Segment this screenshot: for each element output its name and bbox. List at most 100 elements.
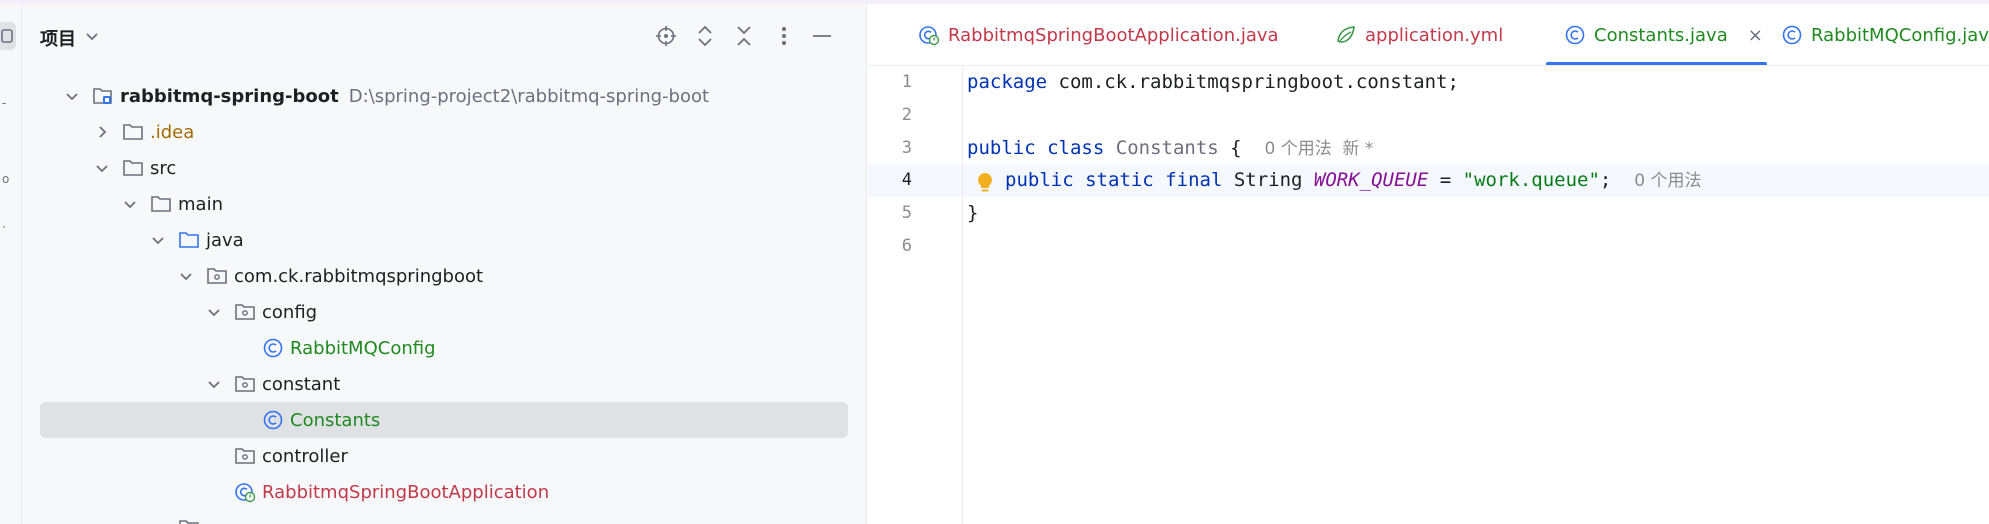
brace: }: [967, 202, 979, 224]
line-number-gutter: 1 2 3 4 5 6: [868, 66, 963, 524]
resources-folder-icon: [178, 518, 200, 524]
chevron-down-icon[interactable]: [178, 268, 194, 284]
constant-name: WORK_QUEUE: [1313, 169, 1429, 191]
tab-application-yml[interactable]: application.yml: [1335, 4, 1504, 65]
tool-window-strip: - o ·: [0, 4, 22, 524]
tab-rabbitmqspringbootapplication[interactable]: RabbitmqSpringBootApplication.java: [918, 4, 1279, 65]
chevron-down-icon[interactable]: [206, 376, 222, 392]
keyword: public: [967, 137, 1036, 159]
tree-item-main[interactable]: main: [40, 186, 848, 222]
package-icon: [234, 374, 256, 394]
tab-label: RabbitMQConfig.java: [1811, 24, 1989, 46]
tab-label: RabbitmqSpringBootApplication.java: [948, 24, 1279, 46]
tab-label: Constants.java: [1594, 24, 1728, 46]
lightbulb-icon[interactable]: [976, 172, 994, 194]
class-name: Constants: [1115, 137, 1219, 159]
module-folder-icon: [92, 86, 114, 106]
expand-all-icon[interactable]: [693, 24, 717, 48]
collapse-all-icon[interactable]: [732, 24, 756, 48]
tool-mark-icon[interactable]: ·: [2, 220, 6, 234]
package-icon: [206, 266, 228, 286]
folder-icon: [150, 194, 172, 214]
code-line-3: public class Constants { 0 个用法 新 *: [967, 132, 1373, 165]
tree-item-idea[interactable]: .idea: [40, 114, 848, 150]
line-number: 4: [901, 170, 912, 190]
chevron-down-icon[interactable]: [84, 28, 100, 44]
tree-item-java[interactable]: java: [40, 222, 848, 258]
tree-item-label: RabbitMQConfig: [290, 337, 436, 359]
tree-item-label: config: [262, 301, 318, 323]
spring-boot-class-icon: [918, 24, 940, 46]
tree-item-package-root[interactable]: com.ck.rabbitmqspringboot: [40, 258, 848, 294]
close-icon[interactable]: ×: [1748, 25, 1763, 46]
tree-item-label: Constants: [290, 409, 381, 431]
chevron-down-icon[interactable]: [94, 160, 110, 176]
tool-mark-icon[interactable]: -: [2, 96, 6, 110]
chevron-down-icon[interactable]: [64, 88, 80, 104]
tree-item-constants[interactable]: Constants: [40, 402, 848, 438]
tree-item-label: com.ck.rabbitmqspringboot: [234, 265, 484, 287]
chevron-down-icon[interactable]: [122, 196, 138, 212]
tree-item-label: .idea: [150, 121, 195, 143]
tree-item-controller[interactable]: controller: [40, 438, 848, 474]
more-options-icon[interactable]: [772, 24, 796, 48]
tab-label: application.yml: [1365, 24, 1504, 46]
keyword: package: [967, 71, 1048, 93]
tree-item-src[interactable]: src: [40, 150, 848, 186]
locate-icon[interactable]: [654, 24, 678, 48]
project-path: D:\spring-project2\rabbitmq-spring-boot: [348, 85, 710, 107]
folder-icon: [122, 158, 144, 178]
keyword: static: [1085, 169, 1154, 191]
tree-item-config[interactable]: config: [40, 294, 848, 330]
tree-item-label: rabbitmq-spring-boot: [120, 85, 339, 107]
line-number: 6: [901, 236, 912, 256]
spring-yaml-icon: [1335, 24, 1357, 46]
project-tool-button[interactable]: [0, 22, 16, 50]
tree-item-project-root[interactable]: rabbitmq-spring-boot D:\spring-project2\…: [40, 78, 848, 114]
line-number: 5: [901, 203, 912, 223]
keyword: class: [1047, 137, 1105, 159]
tab-rabbitmqconfig-java[interactable]: RabbitMQConfig.java: [1781, 4, 1989, 65]
chevron-down-icon[interactable]: [206, 304, 222, 320]
chevron-right-icon[interactable]: [94, 124, 110, 140]
java-class-icon: [1781, 24, 1803, 46]
tree-item-label: main: [178, 193, 223, 215]
usage-hint[interactable]: 0 个用法: [1634, 171, 1701, 191]
package-icon: [234, 302, 256, 322]
package-name: com.ck.rabbitmqspringboot.constant;: [1047, 71, 1459, 93]
tab-constants-java[interactable]: Constants.java ×: [1546, 4, 1767, 65]
java-class-icon: [1564, 24, 1586, 46]
tree-item-label: src: [150, 157, 177, 179]
tree-item-rabbitmqconfig[interactable]: RabbitMQConfig: [40, 330, 848, 366]
semicolon: ;: [1599, 169, 1612, 191]
package-icon: [234, 446, 256, 466]
project-panel-title[interactable]: 项目: [40, 25, 76, 51]
tree-item-label: constant: [262, 373, 341, 395]
tree-item-label: controller: [262, 445, 348, 467]
project-panel-header: 项目: [22, 4, 867, 68]
java-class-icon: [262, 338, 284, 358]
code-line-5: }: [967, 197, 978, 230]
operator: =: [1428, 169, 1463, 191]
code-line-1: package com.ck.rabbitmqspringboot.consta…: [967, 66, 1459, 99]
line-number: 3: [901, 138, 912, 158]
keyword: public: [1005, 169, 1074, 191]
tool-mark-icon[interactable]: o: [2, 172, 9, 186]
chevron-down-icon[interactable]: [150, 520, 166, 524]
chevron-down-icon[interactable]: [150, 232, 166, 248]
hide-panel-icon[interactable]: [810, 24, 834, 48]
line-number: 2: [901, 105, 912, 125]
tree-item-resources[interactable]: resources: [40, 510, 848, 524]
java-class-icon: [262, 410, 284, 430]
tree-item-application-class[interactable]: RabbitmqSpringBootApplication: [40, 474, 848, 510]
usage-hint[interactable]: 0 个用法 新 *: [1264, 139, 1373, 159]
brace: {: [1218, 137, 1242, 159]
folder-icon: [122, 122, 144, 142]
editor-tab-bar: RabbitmqSpringBootApplication.java appli…: [868, 4, 1989, 66]
string-literal: "work.queue": [1462, 169, 1600, 191]
tree-item-constant[interactable]: constant: [40, 366, 848, 402]
keyword: final: [1165, 169, 1223, 191]
tree-item-label: resources: [206, 518, 293, 524]
code-line-4: public static final String WORK_QUEUE = …: [1005, 164, 1701, 197]
editor-area: RabbitmqSpringBootApplication.java appli…: [868, 4, 1989, 524]
